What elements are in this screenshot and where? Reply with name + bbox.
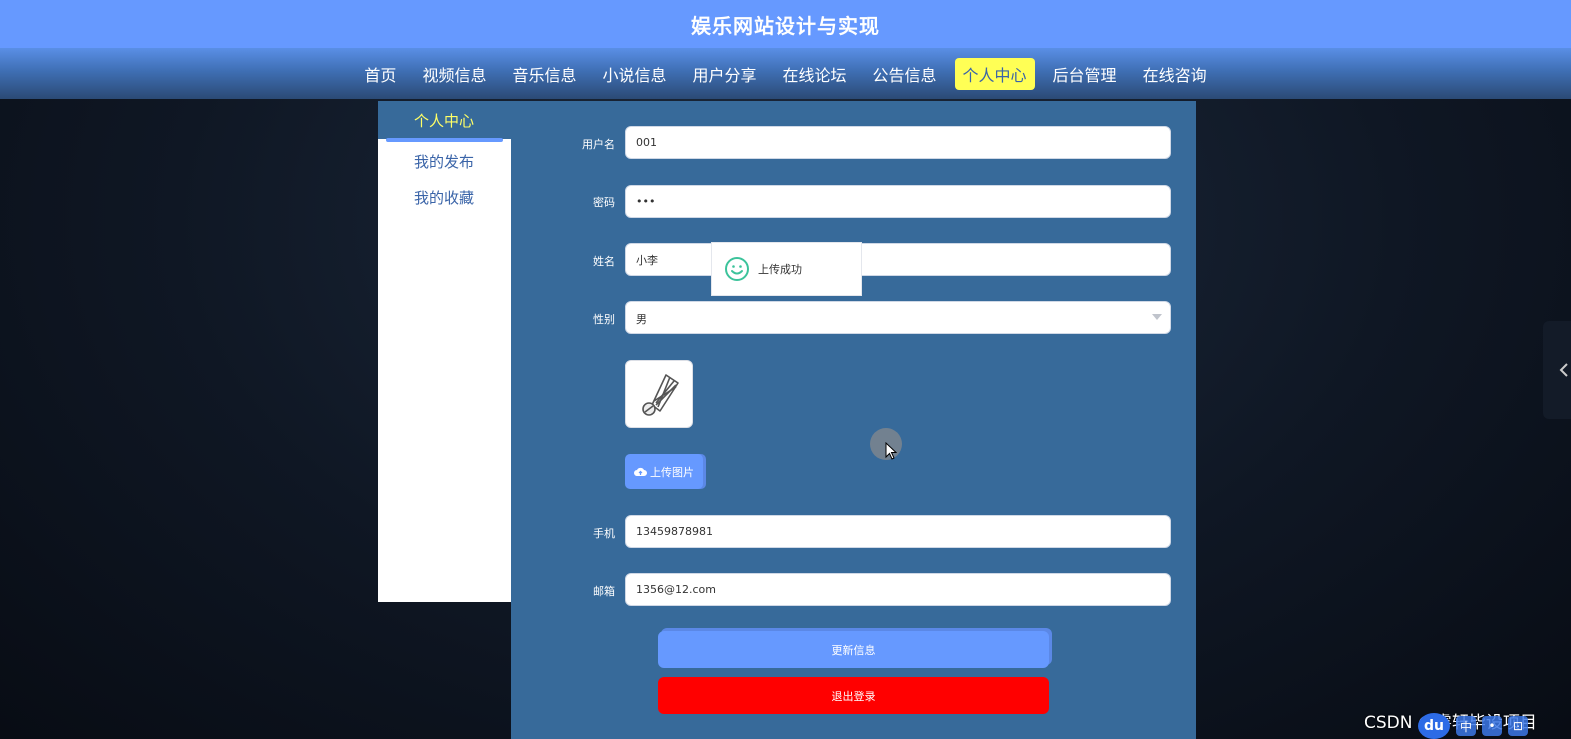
upload-image-button[interactable]: 上传图片 — [625, 454, 703, 489]
nav-item-notice[interactable]: 公告信息 — [865, 58, 945, 90]
name-input[interactable] — [625, 243, 1171, 276]
username-label: 用户名 — [582, 138, 615, 151]
email-label: 邮箱 — [593, 585, 615, 598]
sidebar-title[interactable]: 个人中心 — [378, 101, 511, 142]
title-bar: 娱乐网站设计与实现 — [0, 0, 1571, 48]
upload-image-label: 上传图片 — [650, 465, 694, 479]
ime-logo[interactable]: du — [1418, 713, 1450, 739]
chevron-left-icon — [1559, 363, 1568, 377]
update-info-button[interactable]: 更新信息 — [658, 631, 1049, 668]
profile-sidebar: 个人中心 我的发布 我的收藏 — [378, 101, 511, 602]
nav-item-music[interactable]: 音乐信息 — [504, 58, 584, 90]
phone-label: 手机 — [593, 527, 615, 540]
logout-button[interactable]: 退出登录 — [658, 677, 1049, 714]
ime-chinese-toggle[interactable]: 中 — [1456, 716, 1476, 736]
nav-item-profile[interactable]: 个人中心 — [954, 57, 1035, 90]
password-input[interactable] — [625, 185, 1171, 218]
avatar-preview[interactable] — [625, 360, 693, 428]
toast-message: 上传成功 — [758, 263, 802, 276]
email-input[interactable] — [625, 573, 1171, 606]
nav-item-video[interactable]: 视频信息 — [414, 58, 494, 90]
cloud-upload-icon — [634, 467, 647, 476]
gender-label: 性别 — [593, 313, 615, 326]
sidebar-item-my-posts[interactable]: 我的发布 — [414, 151, 474, 172]
chevron-down-icon — [1152, 314, 1162, 320]
main-nav: 首页 视频信息 音乐信息 小说信息 用户分享 在线论坛 公告信息 个人中心 后台… — [0, 48, 1571, 99]
mouse-pointer-icon — [885, 442, 897, 460]
password-label: 密码 — [593, 196, 615, 209]
ime-punctuation-toggle[interactable]: • — [1482, 716, 1502, 736]
upload-success-toast: 上传成功 — [711, 242, 862, 296]
shuttlecock-icon — [642, 374, 679, 416]
nav-item-novel[interactable]: 小说信息 — [594, 58, 674, 90]
profile-form-panel: 用户名 密码 姓名 性别 男 上传图片 手机 邮箱 — [511, 101, 1196, 739]
gender-value: 男 — [636, 313, 647, 326]
nav-item-home[interactable]: 首页 — [356, 58, 404, 90]
ime-toolbar: du 中 • ⊡ — [1418, 713, 1568, 739]
nav-item-consult[interactable]: 在线咨询 — [1135, 58, 1215, 90]
username-input[interactable] — [625, 126, 1171, 159]
nav-item-share[interactable]: 用户分享 — [684, 58, 764, 90]
smile-icon — [725, 257, 749, 281]
site-title: 娱乐网站设计与实现 — [691, 13, 880, 38]
sidebar-item-my-favorites[interactable]: 我的收藏 — [414, 187, 474, 208]
ime-keyboard-toggle[interactable]: ⊡ — [1508, 716, 1528, 736]
gender-select[interactable]: 男 — [625, 301, 1171, 334]
phone-input[interactable] — [625, 515, 1171, 548]
name-label: 姓名 — [593, 255, 615, 268]
nav-item-forum[interactable]: 在线论坛 — [775, 58, 855, 90]
nav-item-admin[interactable]: 后台管理 — [1045, 58, 1125, 90]
